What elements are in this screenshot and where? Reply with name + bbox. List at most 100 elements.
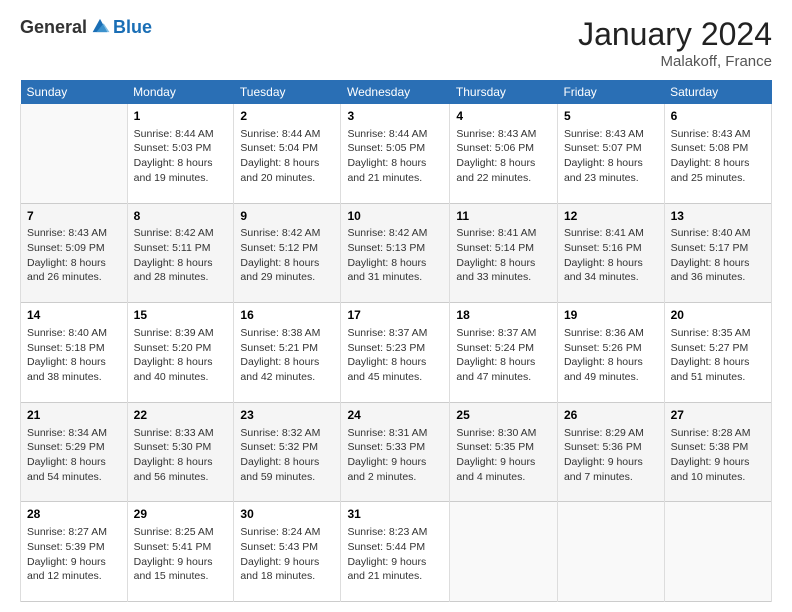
- day-number: 2: [240, 108, 334, 125]
- table-row: 29 Sunrise: 8:25 AMSunset: 5:41 PMDayligh…: [127, 502, 234, 602]
- day-info: Sunrise: 8:23 AMSunset: 5:44 PMDaylight:…: [347, 525, 443, 584]
- calendar-week-row: 1 Sunrise: 8:44 AMSunset: 5:03 PMDaylight…: [21, 104, 772, 203]
- table-row: 2 Sunrise: 8:44 AMSunset: 5:04 PMDaylight…: [234, 104, 341, 203]
- day-info: Sunrise: 8:28 AMSunset: 5:38 PMDaylight:…: [671, 426, 765, 485]
- day-info: Sunrise: 8:43 AMSunset: 5:07 PMDaylight:…: [564, 127, 658, 186]
- day-info: Sunrise: 8:43 AMSunset: 5:08 PMDaylight:…: [671, 127, 765, 186]
- day-number: 1: [134, 108, 228, 125]
- month-title: January 2024: [578, 16, 772, 53]
- day-number: 4: [456, 108, 551, 125]
- table-row: 19 Sunrise: 8:36 AMSunset: 5:26 PMDayligh…: [557, 303, 664, 403]
- day-info: Sunrise: 8:30 AMSunset: 5:35 PMDaylight:…: [456, 426, 551, 485]
- col-wednesday: Wednesday: [341, 80, 450, 104]
- day-info: Sunrise: 8:36 AMSunset: 5:26 PMDaylight:…: [564, 326, 658, 385]
- day-info: Sunrise: 8:43 AMSunset: 5:06 PMDaylight:…: [456, 127, 551, 186]
- col-sunday: Sunday: [21, 80, 128, 104]
- day-number: 8: [134, 208, 228, 225]
- table-row: 4 Sunrise: 8:43 AMSunset: 5:06 PMDaylight…: [450, 104, 558, 203]
- day-number: 25: [456, 407, 551, 424]
- day-info: Sunrise: 8:27 AMSunset: 5:39 PMDaylight:…: [27, 525, 121, 584]
- table-row: 15 Sunrise: 8:39 AMSunset: 5:20 PMDayligh…: [127, 303, 234, 403]
- calendar-header-row: Sunday Monday Tuesday Wednesday Thursday…: [21, 80, 772, 104]
- day-number: 5: [564, 108, 658, 125]
- col-friday: Friday: [557, 80, 664, 104]
- day-info: Sunrise: 8:29 AMSunset: 5:36 PMDaylight:…: [564, 426, 658, 485]
- table-row: 23Sunrise: 8:32 AMSunset: 5:32 PMDayligh…: [234, 402, 341, 502]
- day-number: 27: [671, 407, 765, 424]
- day-number: 11: [456, 208, 551, 225]
- day-info: Sunrise: 8:41 AMSunset: 5:14 PMDaylight:…: [456, 226, 551, 285]
- day-number: 31: [347, 506, 443, 523]
- day-number: 26: [564, 407, 658, 424]
- day-number: 28: [27, 506, 121, 523]
- day-number: 14: [27, 307, 121, 324]
- calendar-week-row: 28 Sunrise: 8:27 AMSunset: 5:39 PMDayligh…: [21, 502, 772, 602]
- day-info: Sunrise: 8:44 AMSunset: 5:03 PMDaylight:…: [134, 127, 228, 186]
- day-number: 21: [27, 407, 121, 424]
- table-row: 26 Sunrise: 8:29 AMSunset: 5:36 PMDayligh…: [557, 402, 664, 502]
- day-info: Sunrise: 8:33 AMSunset: 5:30 PMDaylight:…: [134, 426, 228, 485]
- day-number: 7: [27, 208, 121, 225]
- table-row: 12Sunrise: 8:41 AMSunset: 5:16 PMDayligh…: [557, 203, 664, 303]
- table-row: 22 Sunrise: 8:33 AMSunset: 5:30 PMDayligh…: [127, 402, 234, 502]
- table-row: [21, 104, 128, 203]
- logo-icon: [89, 16, 111, 38]
- table-row: 8Sunrise: 8:42 AMSunset: 5:11 PMDaylight…: [127, 203, 234, 303]
- day-info: Sunrise: 8:35 AMSunset: 5:27 PMDaylight:…: [671, 326, 765, 385]
- table-row: 20 Sunrise: 8:35 AMSunset: 5:27 PMDayligh…: [664, 303, 771, 403]
- day-number: 22: [134, 407, 228, 424]
- day-info: Sunrise: 8:42 AMSunset: 5:11 PMDaylight:…: [134, 226, 228, 285]
- day-number: 9: [240, 208, 334, 225]
- table-row: 10Sunrise: 8:42 AMSunset: 5:13 PMDayligh…: [341, 203, 450, 303]
- table-row: [557, 502, 664, 602]
- table-row: 1 Sunrise: 8:44 AMSunset: 5:03 PMDaylight…: [127, 104, 234, 203]
- table-row: 21 Sunrise: 8:34 AMSunset: 5:29 PMDayligh…: [21, 402, 128, 502]
- table-row: 7Sunrise: 8:43 AMSunset: 5:09 PMDaylight…: [21, 203, 128, 303]
- day-number: 18: [456, 307, 551, 324]
- table-row: 6 Sunrise: 8:43 AMSunset: 5:08 PMDaylight…: [664, 104, 771, 203]
- col-thursday: Thursday: [450, 80, 558, 104]
- day-info: Sunrise: 8:25 AMSunset: 5:41 PMDaylight:…: [134, 525, 228, 584]
- calendar-week-row: 14Sunrise: 8:40 AMSunset: 5:18 PMDayligh…: [21, 303, 772, 403]
- calendar-week-row: 7Sunrise: 8:43 AMSunset: 5:09 PMDaylight…: [21, 203, 772, 303]
- day-number: 15: [134, 307, 228, 324]
- table-row: 25 Sunrise: 8:30 AMSunset: 5:35 PMDayligh…: [450, 402, 558, 502]
- day-info: Sunrise: 8:39 AMSunset: 5:20 PMDaylight:…: [134, 326, 228, 385]
- table-row: 30 Sunrise: 8:24 AMSunset: 5:43 PMDayligh…: [234, 502, 341, 602]
- day-number: 3: [347, 108, 443, 125]
- logo: General Blue: [20, 16, 152, 38]
- location-subtitle: Malakoff, France: [578, 53, 772, 70]
- day-info: Sunrise: 8:44 AMSunset: 5:05 PMDaylight:…: [347, 127, 443, 186]
- calendar-table: Sunday Monday Tuesday Wednesday Thursday…: [20, 80, 772, 602]
- day-number: 19: [564, 307, 658, 324]
- day-number: 30: [240, 506, 334, 523]
- page: General Blue January 2024 Malakoff, Fran…: [0, 0, 792, 612]
- day-number: 6: [671, 108, 765, 125]
- day-info: Sunrise: 8:32 AMSunset: 5:32 PMDaylight:…: [240, 426, 334, 485]
- table-row: 18Sunrise: 8:37 AMSunset: 5:24 PMDayligh…: [450, 303, 558, 403]
- day-info: Sunrise: 8:42 AMSunset: 5:13 PMDaylight:…: [347, 226, 443, 285]
- table-row: 3 Sunrise: 8:44 AMSunset: 5:05 PMDaylight…: [341, 104, 450, 203]
- day-info: Sunrise: 8:34 AMSunset: 5:29 PMDaylight:…: [27, 426, 121, 485]
- day-number: 10: [347, 208, 443, 225]
- day-number: 17: [347, 307, 443, 324]
- day-number: 24: [347, 407, 443, 424]
- day-number: 29: [134, 506, 228, 523]
- title-block: January 2024 Malakoff, France: [578, 16, 772, 70]
- calendar-week-row: 21 Sunrise: 8:34 AMSunset: 5:29 PMDayligh…: [21, 402, 772, 502]
- day-info: Sunrise: 8:42 AMSunset: 5:12 PMDaylight:…: [240, 226, 334, 285]
- day-info: Sunrise: 8:37 AMSunset: 5:23 PMDaylight:…: [347, 326, 443, 385]
- day-info: Sunrise: 8:31 AMSunset: 5:33 PMDaylight:…: [347, 426, 443, 485]
- table-row: 13Sunrise: 8:40 AMSunset: 5:17 PMDayligh…: [664, 203, 771, 303]
- day-number: 20: [671, 307, 765, 324]
- table-row: 27 Sunrise: 8:28 AMSunset: 5:38 PMDayligh…: [664, 402, 771, 502]
- day-info: Sunrise: 8:41 AMSunset: 5:16 PMDaylight:…: [564, 226, 658, 285]
- day-info: Sunrise: 8:43 AMSunset: 5:09 PMDaylight:…: [27, 226, 121, 285]
- table-row: 5 Sunrise: 8:43 AMSunset: 5:07 PMDaylight…: [557, 104, 664, 203]
- table-row: [664, 502, 771, 602]
- table-row: 28 Sunrise: 8:27 AMSunset: 5:39 PMDayligh…: [21, 502, 128, 602]
- day-number: 13: [671, 208, 765, 225]
- day-info: Sunrise: 8:24 AMSunset: 5:43 PMDaylight:…: [240, 525, 334, 584]
- day-info: Sunrise: 8:44 AMSunset: 5:04 PMDaylight:…: [240, 127, 334, 186]
- day-number: 12: [564, 208, 658, 225]
